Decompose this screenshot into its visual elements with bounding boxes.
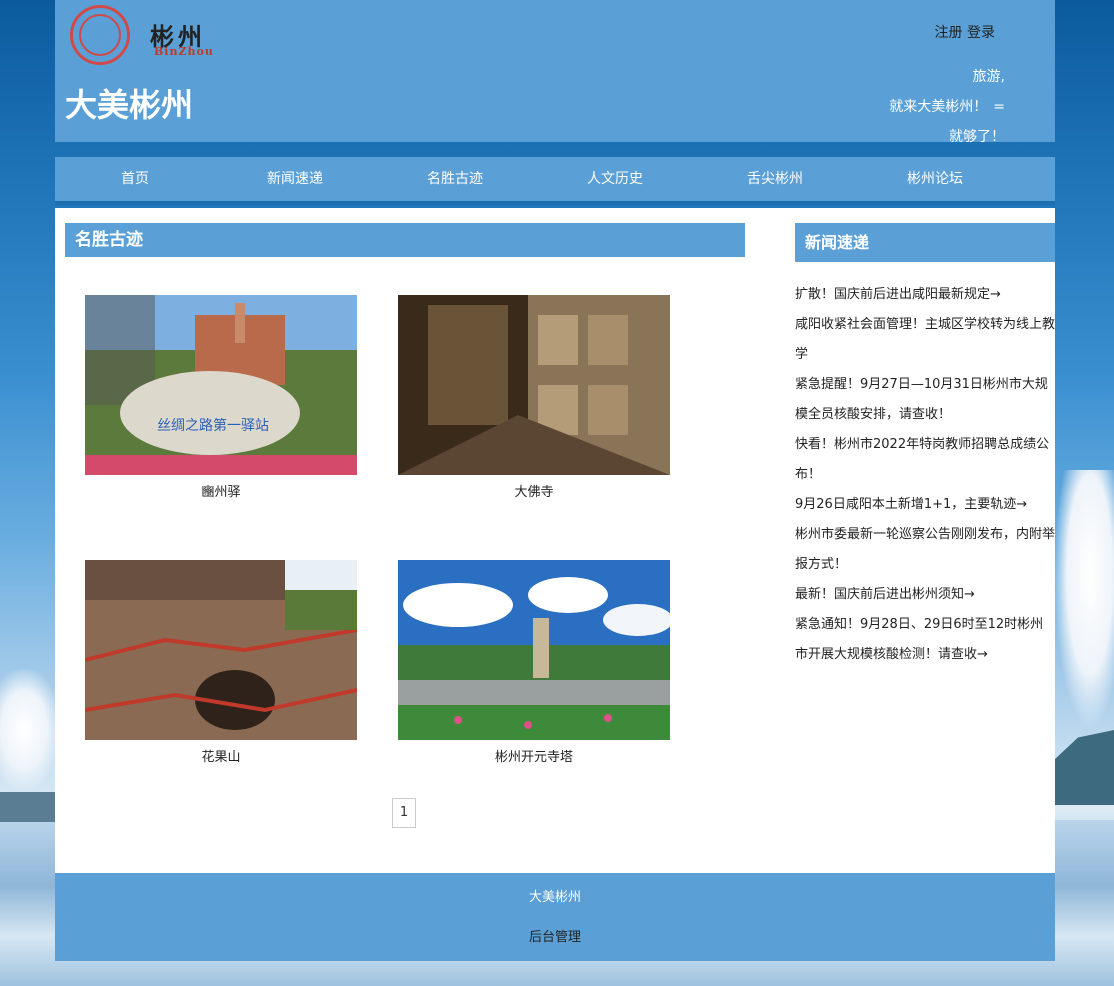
scenic-caption: 大佛寺: [514, 485, 554, 500]
footer-title: 大美彬州: [528, 890, 581, 905]
slogan-line: 就来大美彬州！ =: [889, 99, 1005, 115]
main-nav: 首页 新闻速递 名胜古迹 人文历史 舌尖彬州 彬州论坛: [55, 157, 1055, 205]
news-item[interactable]: 9月26日咸阳本土新增1+1，主要轨迹→: [795, 490, 1055, 520]
site-title: 大美彬州: [65, 86, 194, 124]
nav-news[interactable]: 新闻速递: [215, 157, 375, 201]
site-logo: 彬州 BinZhou: [70, 5, 220, 65]
news-item[interactable]: 扩散！国庆前后进出咸阳最新规定→: [795, 280, 1055, 310]
news-item[interactable]: 紧急通知！9月28日、29日6时至12时彬州市开展大规模核酸检测！请查收→: [795, 610, 1055, 670]
scenic-caption: 豳州驿: [201, 485, 241, 500]
scenic-caption: 彬州开元寺塔: [494, 750, 573, 765]
menu-icon[interactable]: =: [993, 99, 1005, 115]
news-item[interactable]: 快看！彬州市2022年特岗教师招聘总成绩公布！: [795, 430, 1055, 490]
scenic-photo[interactable]: [85, 560, 357, 740]
nav-history[interactable]: 人文历史: [535, 157, 695, 201]
background-mountain: [1054, 730, 1114, 805]
logo-english: BinZhou: [154, 45, 214, 58]
section-title: 名胜古迹: [65, 223, 745, 257]
slogan: 旅游, 就来大美彬州！ = 就够了！: [805, 62, 1005, 152]
news-item[interactable]: 最新！国庆前后进出彬州须知→: [795, 580, 1055, 610]
news-item[interactable]: 咸阳收紧社会面管理！主城区学校转为线上教学: [795, 310, 1055, 370]
scenic-card[interactable]: 彬州开元寺塔: [398, 560, 670, 765]
scenic-photo[interactable]: 丝绸之路第一驿站: [85, 295, 357, 475]
slogan-line: 就够了！: [949, 129, 1005, 145]
nav-scenic[interactable]: 名胜古迹: [375, 157, 535, 201]
svg-text:丝绸之路第一驿站: 丝绸之路第一驿站: [157, 417, 269, 434]
register-link[interactable]: 注册: [935, 25, 963, 41]
news-item[interactable]: 紧急提醒！9月27日—10月31日彬州市大规模全员核酸安排，请查收！: [795, 370, 1055, 430]
sidebar-title: 新闻速递: [795, 223, 1055, 262]
background-cloud: [0, 670, 60, 790]
news-list: 扩散！国庆前后进出咸阳最新规定→ 咸阳收紧社会面管理！主城区学校转为线上教学 紧…: [795, 280, 1055, 670]
nav-forum[interactable]: 彬州论坛: [855, 157, 1015, 201]
scenic-caption: 花果山: [201, 750, 241, 765]
scenic-photo[interactable]: [398, 295, 670, 475]
nav-home[interactable]: 首页: [55, 157, 215, 201]
seal-icon: [70, 5, 130, 65]
content-area: 名胜古迹 丝绸之路第一驿站 豳州驿 大佛寺 花果山 彬州开元寺塔 1 新闻速递 …: [55, 208, 1055, 873]
scenic-card[interactable]: 大佛寺: [398, 295, 670, 500]
slogan-line: 旅游,: [972, 69, 1005, 85]
scenic-card[interactable]: 花果山: [85, 560, 357, 765]
pagination-page-1[interactable]: 1: [392, 798, 416, 828]
auth-links: 注册 登录: [935, 22, 995, 42]
background-mountain: [0, 792, 60, 822]
site-header: 彬州 BinZhou 大美彬州 注册 登录 旅游, 就来大美彬州！ = 就够了！: [55, 0, 1055, 145]
login-link[interactable]: 登录: [967, 25, 995, 41]
site-footer: 大美彬州 后台管理: [55, 873, 1055, 961]
scenic-photo[interactable]: [398, 560, 670, 740]
admin-link[interactable]: 后台管理: [55, 926, 1055, 945]
news-item[interactable]: 彬州市委最新一轮巡察公告刚刚发布，内附举报方式！: [795, 520, 1055, 580]
background-cloud: [1054, 470, 1114, 730]
nav-food[interactable]: 舌尖彬州: [695, 157, 855, 201]
scenic-card[interactable]: 丝绸之路第一驿站 豳州驿: [85, 295, 357, 500]
